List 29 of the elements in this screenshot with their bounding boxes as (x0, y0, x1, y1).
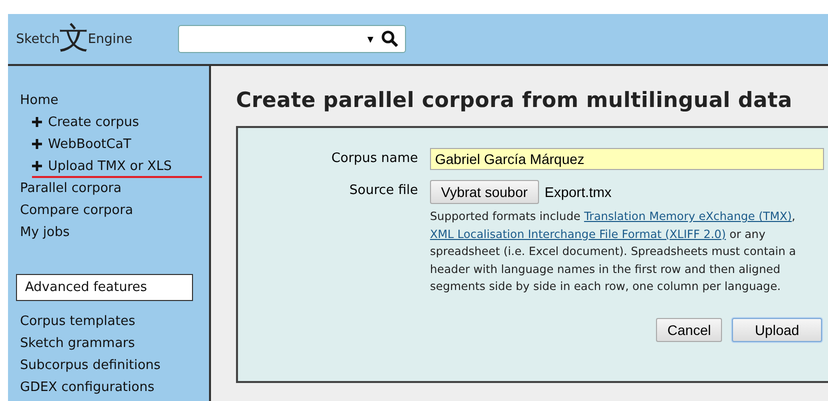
nav-link[interactable]: GDEX configurations (20, 377, 154, 399)
help-text: Supported formats include Translation Memory eXchange (TMX), XML Localisation Interchange File Format (XLIFF 2.0) or any spreadsheet (i.e. Excel document). Spreadsheets must contain a header with language names in the first row and then aligned segments side by side in each row, one column per language. (430, 209, 797, 296)
field-label: Source file (348, 182, 419, 200)
nav-link[interactable]: Corpus templates (20, 311, 136, 333)
plus-icon (32, 139, 42, 149)
search-field[interactable]: ▾ (178, 25, 406, 53)
underlined-nav-link[interactable]: Upload TMX or XLS (32, 156, 202, 178)
file-name: Export.tmx (544, 184, 612, 200)
nav-link[interactable]: My jobs (20, 222, 70, 244)
upload-button[interactable]: Upload (732, 318, 822, 342)
nav-link[interactable]: Subcorpus definitions (20, 355, 161, 377)
corpus-name-field[interactable]: Gabriel García Márquez (430, 148, 824, 170)
section-heading: Advanced features (16, 274, 193, 301)
nav-link[interactable]: Parallel corpora (20, 178, 122, 200)
nav-link[interactable]: Sketch grammars (20, 333, 135, 355)
dropdown-arrow[interactable]: ▾ (367, 32, 374, 46)
nav-link[interactable]: Create corpus (32, 112, 140, 134)
nav-link[interactable]: Home (20, 90, 58, 112)
format-link[interactable]: XML Localisation Interchange File Format (XLIFF 2.0) (430, 228, 726, 241)
nav-link[interactable]: WebBootCaT (32, 134, 132, 156)
plus-icon (32, 117, 42, 127)
choose-file-button[interactable]: Vybrat soubor (430, 180, 539, 204)
plus-icon (32, 161, 42, 171)
search-icon[interactable] (381, 30, 400, 48)
field-label: Corpus name (330, 150, 419, 168)
page-title: Create parallel corpora from multilingual data (236, 88, 794, 112)
cancel-button[interactable]: Cancel (656, 318, 722, 342)
nav-link[interactable]: Compare corpora (20, 200, 134, 222)
format-link[interactable]: Translation Memory eXchange (TMX) (584, 210, 792, 223)
